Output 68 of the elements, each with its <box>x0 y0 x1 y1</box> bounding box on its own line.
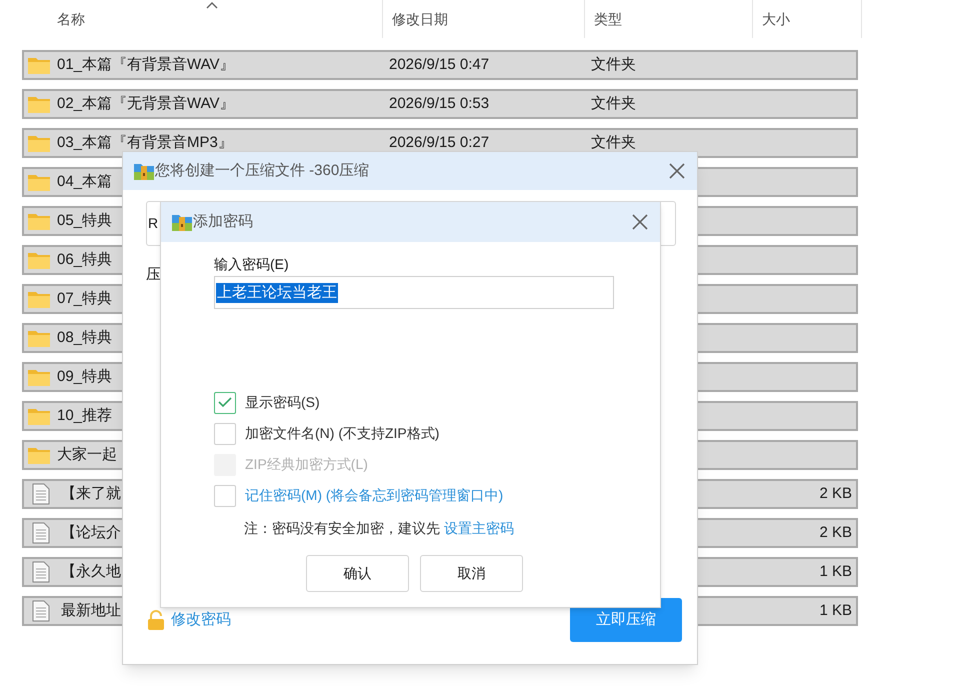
file-name: 07_特典 <box>57 288 112 309</box>
close-icon[interactable] <box>669 163 685 179</box>
file-name: 01_本篇『有背景音WAV』 <box>57 54 235 75</box>
file-name: 08_特典 <box>57 328 112 348</box>
folder-icon <box>27 56 51 74</box>
date-cell: 2026/9/15 0:53 <box>389 94 490 112</box>
window-title: 您将创建一个压缩文件 -360压缩 <box>155 160 370 181</box>
column-header[interactable]: 修改日期 <box>392 8 448 30</box>
document-icon <box>32 561 50 583</box>
file-name: 【来了就 <box>61 484 121 504</box>
document-icon <box>32 522 50 544</box>
folder-icon <box>27 172 51 192</box>
checkbox[interactable] <box>214 484 236 506</box>
document-icon <box>32 600 50 622</box>
lock-icon <box>147 610 165 630</box>
type-cell: 文件夹 <box>591 94 636 112</box>
file-name: 最新地址 <box>61 600 121 621</box>
folder-icon <box>27 368 51 386</box>
column-header[interactable]: 名称 <box>57 8 85 30</box>
document-icon <box>32 483 50 505</box>
type-cell: 文件夹 <box>591 56 636 73</box>
folder-icon <box>27 406 51 426</box>
date-cell: 2026/9/15 0:47 <box>389 56 490 73</box>
folder-icon <box>27 134 51 152</box>
file-name: 10_推荐 <box>57 406 112 426</box>
field-label: 输入密码(E) <box>214 255 290 274</box>
type-cell: 文件夹 <box>591 134 636 151</box>
file-name: 05_特典 <box>57 210 112 231</box>
option-label: 加密文件名(N) (不支持ZIP格式) <box>245 424 440 443</box>
file-name: 【论坛介 <box>61 522 121 543</box>
size-cell: 1 KB <box>819 602 852 619</box>
column-header[interactable]: 类型 <box>594 8 622 30</box>
folder-icon <box>27 290 51 308</box>
option-label: 记住密码(M) (将会备忘到密码管理窗口中) <box>245 486 504 505</box>
dialog-title: 添加密码 <box>193 212 253 232</box>
password-field[interactable]: 上老王论坛当老王 <box>214 276 614 309</box>
file-name: 09_特典 <box>57 366 112 387</box>
folder-icon <box>27 328 51 348</box>
change-password-link[interactable]: 修改密码 <box>171 609 231 632</box>
close-icon[interactable] <box>632 214 648 230</box>
date-cell: 2026/9/15 0:27 <box>389 134 490 151</box>
file-name: 【永久地 <box>61 562 121 582</box>
file-name: 04_本篇 <box>57 172 112 192</box>
folder-icon <box>27 250 51 270</box>
file-name: 大家一起 <box>57 444 117 465</box>
folder-icon <box>27 446 51 464</box>
file-name: 06_特典 <box>57 250 112 270</box>
folder-icon <box>27 212 51 230</box>
note-text: 注：密码没有安全加密，建议先 <box>244 519 440 538</box>
folder-icon <box>27 94 51 114</box>
checkbox[interactable] <box>214 392 236 414</box>
option-label: ZIP经典加密方式(L) <box>245 455 368 474</box>
checkbox[interactable] <box>214 422 236 444</box>
archive-icon <box>133 161 155 181</box>
checkmark-icon <box>218 397 232 408</box>
size-cell: 1 KB <box>819 562 852 580</box>
dialog-button[interactable]: 确认 <box>306 555 409 592</box>
file-row[interactable]: 01_本篇『有背景音WAV』 2026/9/15 0:47 文件夹 <box>22 50 858 80</box>
option-label: 显示密码(S) <box>245 393 320 412</box>
file-name: 03_本篇『有背景音MP3』 <box>57 132 233 153</box>
file-row[interactable]: 02_本篇『无背景音WAV』 2026/9/15 0:53 文件夹 <box>22 89 858 119</box>
field-label: 压 <box>146 265 161 285</box>
file-name: 02_本篇『无背景音WAV』 <box>57 94 235 114</box>
archive-icon <box>171 212 193 232</box>
size-cell: 2 KB <box>819 524 852 541</box>
dialog-button[interactable]: 取消 <box>420 555 523 592</box>
column-header[interactable]: 大小 <box>762 8 790 30</box>
size-cell: 2 KB <box>819 484 852 502</box>
